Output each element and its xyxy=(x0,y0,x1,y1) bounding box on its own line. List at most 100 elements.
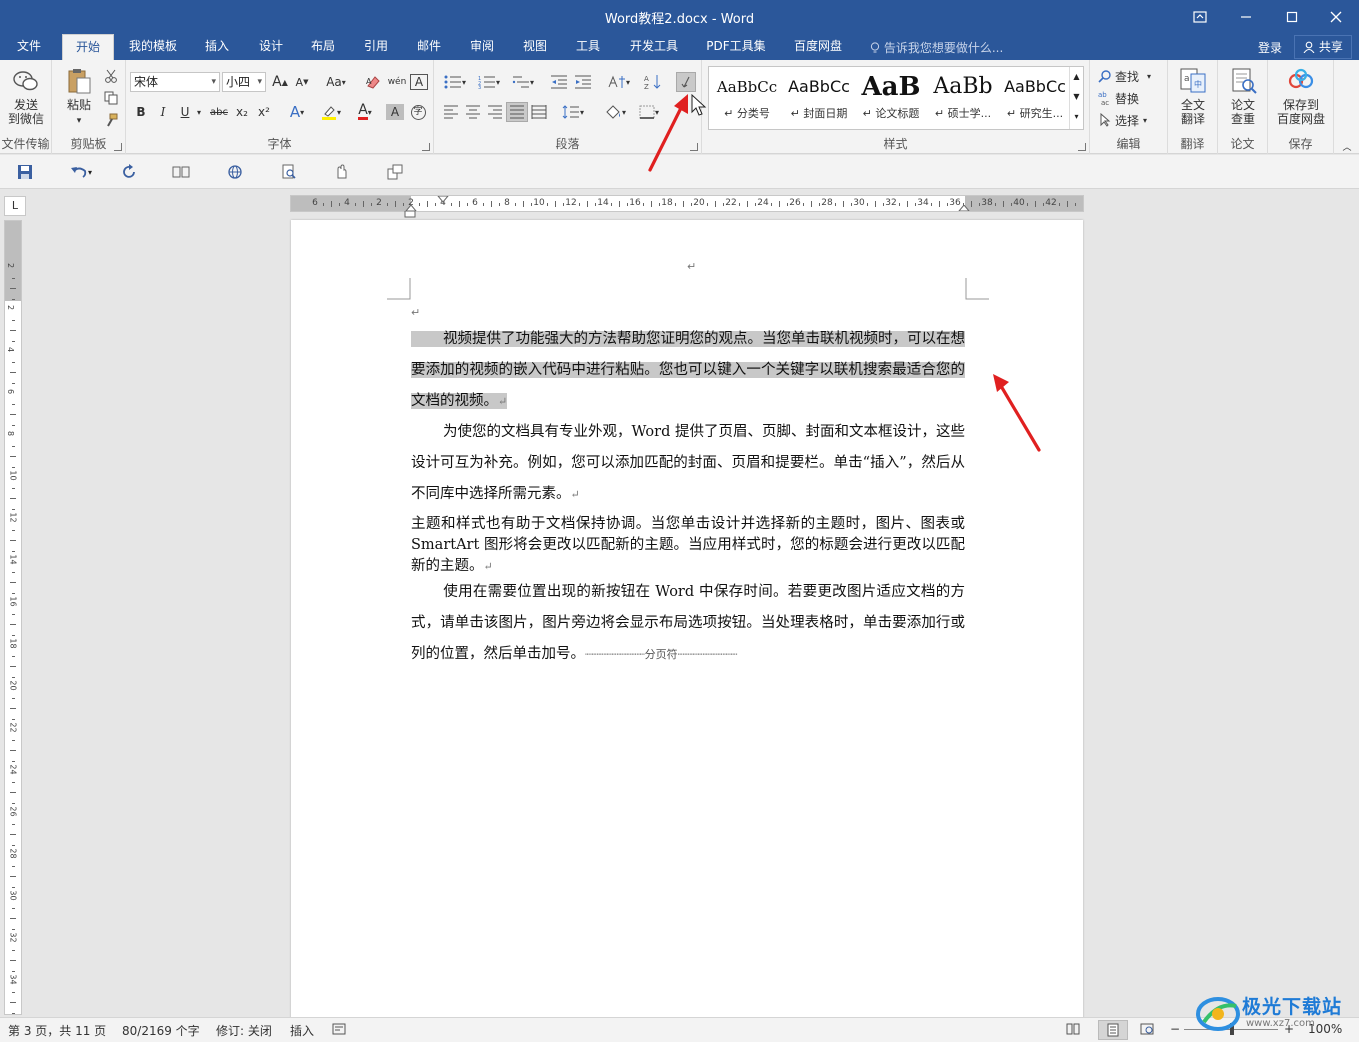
replace-button[interactable]: ab ac 替换 xyxy=(1098,88,1164,108)
left-indent-marker[interactable] xyxy=(404,211,416,219)
gallery-more-icon[interactable]: ▾ xyxy=(1070,107,1083,127)
tab-mailings[interactable]: 邮件 xyxy=(408,34,450,60)
styles-launcher[interactable] xyxy=(1078,143,1086,151)
tab-view[interactable]: 视图 xyxy=(514,34,556,60)
share-button[interactable]: 共享 xyxy=(1294,35,1352,59)
paragraph-1-selected[interactable]: 视频提供了功能强大的方法帮助您证明您的观点。当您单击联机视频时，可以在想要添加的… xyxy=(411,324,965,417)
read-mode-view-button[interactable] xyxy=(1066,1022,1080,1039)
tab-insert[interactable]: 插入 xyxy=(196,34,238,60)
ribbon-display-options-button[interactable] xyxy=(1177,0,1223,34)
tab-home[interactable]: 开始 xyxy=(62,34,114,60)
style-item-cover-date[interactable]: AaBbCc ↵ 封面日期 xyxy=(783,69,855,127)
character-shading-button[interactable]: A xyxy=(386,104,404,120)
font-size-combo[interactable]: 小四 ▾ xyxy=(222,72,266,92)
tab-review[interactable]: 审阅 xyxy=(461,34,503,60)
highlight-color-button[interactable]: ▾ xyxy=(316,102,346,122)
first-line-indent-marker[interactable] xyxy=(437,196,449,204)
style-item-master-degree[interactable]: AaBb ↵ 硕士学... xyxy=(927,69,999,127)
font-launcher[interactable] xyxy=(422,143,430,151)
tab-file[interactable]: 文件 xyxy=(4,34,54,60)
web-layout-button[interactable] xyxy=(224,162,246,182)
bullets-button[interactable]: ▾ xyxy=(440,72,470,92)
send-to-wechat-button[interactable]: 发送 到微信 xyxy=(2,66,50,126)
align-left-button[interactable] xyxy=(440,102,462,122)
chinese-layout-button[interactable]: ▾ xyxy=(604,72,634,92)
strikethrough-button[interactable]: abc xyxy=(208,102,230,122)
style-item-graduate[interactable]: AaBbCc ↵ 研究生... xyxy=(999,69,1071,127)
paragraph-3[interactable]: 主题和样式也有助于文档保持协调。当您单击设计并选择新的主题时，图片、图表或 Sm… xyxy=(411,514,965,577)
tab-developer[interactable]: 开发工具 xyxy=(622,34,686,60)
font-color-button[interactable]: A ▾ xyxy=(350,102,380,122)
tab-references[interactable]: 引用 xyxy=(355,34,397,60)
justify-button[interactable] xyxy=(506,102,528,122)
paragraph-launcher[interactable] xyxy=(690,143,698,151)
shading-button[interactable]: ▾ xyxy=(600,102,630,122)
increase-indent-button[interactable] xyxy=(572,72,594,92)
horizontal-ruler[interactable]: 6 4 2 2 4 6 8 10 12 14 16 18 20 22 24 26 28 30 32 34 36 38 40 4… xyxy=(290,195,1084,212)
paper-check-button[interactable]: 论文 查重 xyxy=(1220,66,1266,126)
copy-button[interactable] xyxy=(100,88,122,108)
style-item-classification[interactable]: AaBbCc ↵ 分类号 xyxy=(711,69,783,127)
paragraph-4[interactable]: 使用在需要位置出现的新按钮在 Word 中保存时间。若要更改图片适应文档的方式，… xyxy=(411,577,965,670)
text-effects-button[interactable]: A ▾ xyxy=(282,102,312,122)
customize-toolbar-button[interactable] xyxy=(384,162,406,182)
print-preview-button[interactable] xyxy=(278,162,300,182)
document-body[interactable]: 视频提供了功能强大的方法帮助您证明您的观点。当您单击联机视频时，可以在想要添加的… xyxy=(411,324,965,670)
redo-button[interactable] xyxy=(118,162,140,182)
document-page[interactable]: ↵ ↵ 视频提供了功能强大的方法帮助您证明您的观点。当您单击联机视频时，可以在想… xyxy=(291,220,1083,1020)
align-right-button[interactable] xyxy=(484,102,506,122)
align-center-button[interactable] xyxy=(462,102,484,122)
font-name-combo[interactable]: 宋体 ▾ xyxy=(130,72,220,92)
clipboard-launcher[interactable] xyxy=(114,143,122,151)
shrink-font-button[interactable]: A ▼ xyxy=(292,72,312,92)
line-spacing-button[interactable]: ▾ xyxy=(558,102,588,122)
tab-tools[interactable]: 工具 xyxy=(567,34,609,60)
touch-mode-button[interactable] xyxy=(330,162,352,182)
paragraph-2[interactable]: 为使您的文档具有专业外观，Word 提供了页眉、页脚、封面和文本框设计，这些设计… xyxy=(411,417,965,510)
insert-mode-status[interactable]: 插入 xyxy=(290,1022,314,1039)
sort-button[interactable]: AZ xyxy=(642,72,664,92)
print-layout-view-button[interactable] xyxy=(1098,1020,1128,1040)
style-item-paper-title[interactable]: AaB ↵ 论文标题 xyxy=(855,69,927,127)
word-count[interactable]: 80/2169 个字 xyxy=(122,1022,200,1039)
save-button[interactable] xyxy=(14,162,36,182)
borders-button[interactable]: ▾ xyxy=(634,102,664,122)
enclose-characters-button[interactable]: 字 xyxy=(408,102,428,122)
track-changes-status[interactable]: 修订: 关闭 xyxy=(216,1022,272,1039)
undo-button[interactable]: ▾ xyxy=(64,162,98,182)
cut-button[interactable] xyxy=(100,66,122,86)
paste-button[interactable]: 粘贴 ▾ xyxy=(60,66,98,128)
page-count[interactable]: 第 3 页，共 11 页 xyxy=(8,1022,106,1039)
styles-gallery-scroll[interactable]: ▲ ▼ ▾ xyxy=(1069,67,1083,129)
save-to-baidu-button[interactable]: 保存到 百度网盘 xyxy=(1270,66,1332,126)
select-button[interactable]: 选择 ▾ xyxy=(1098,110,1164,130)
web-layout-view-button[interactable] xyxy=(1140,1022,1154,1039)
minimize-button[interactable] xyxy=(1223,0,1269,34)
tab-baidu-netdisk[interactable]: 百度网盘 xyxy=(786,34,850,60)
gallery-up-icon[interactable]: ▲ xyxy=(1070,67,1083,87)
login-link[interactable]: 登录 xyxy=(1258,39,1282,56)
clear-formatting-button[interactable]: A xyxy=(362,72,384,92)
subscript-button[interactable]: x₂ xyxy=(232,102,252,122)
distributed-button[interactable] xyxy=(528,102,550,122)
grow-font-button[interactable]: A ▲ xyxy=(270,72,290,92)
tab-my-template[interactable]: 我的模板 xyxy=(120,34,186,60)
tab-pdf-tools[interactable]: PDF工具集 xyxy=(700,34,772,60)
paste-dropdown-icon[interactable]: ▾ xyxy=(77,116,82,126)
close-button[interactable] xyxy=(1313,0,1359,34)
zoom-out-button[interactable]: − xyxy=(1170,1022,1180,1036)
vertical-ruler[interactable]: 2 2 4 6 8 10 12 14 16 18 20 22 24 26 28 30 32 34 xyxy=(4,220,22,1015)
maximize-button[interactable] xyxy=(1269,0,1315,34)
gallery-down-icon[interactable]: ▼ xyxy=(1070,87,1083,107)
underline-dropdown-icon[interactable]: ▾ xyxy=(194,102,204,122)
right-indent-marker[interactable] xyxy=(958,205,970,212)
tab-stop-selector[interactable]: L xyxy=(4,196,26,216)
reading-mode-button[interactable] xyxy=(170,162,192,182)
italic-button[interactable]: I xyxy=(154,102,172,122)
character-border-button[interactable]: A xyxy=(410,74,428,90)
underline-button[interactable]: U xyxy=(176,102,194,122)
multilevel-list-button[interactable]: ▾ xyxy=(508,72,538,92)
format-painter-button[interactable] xyxy=(100,110,122,130)
change-case-button[interactable]: Aa ▾ xyxy=(322,72,350,92)
show-hide-marks-button[interactable] xyxy=(676,72,696,92)
